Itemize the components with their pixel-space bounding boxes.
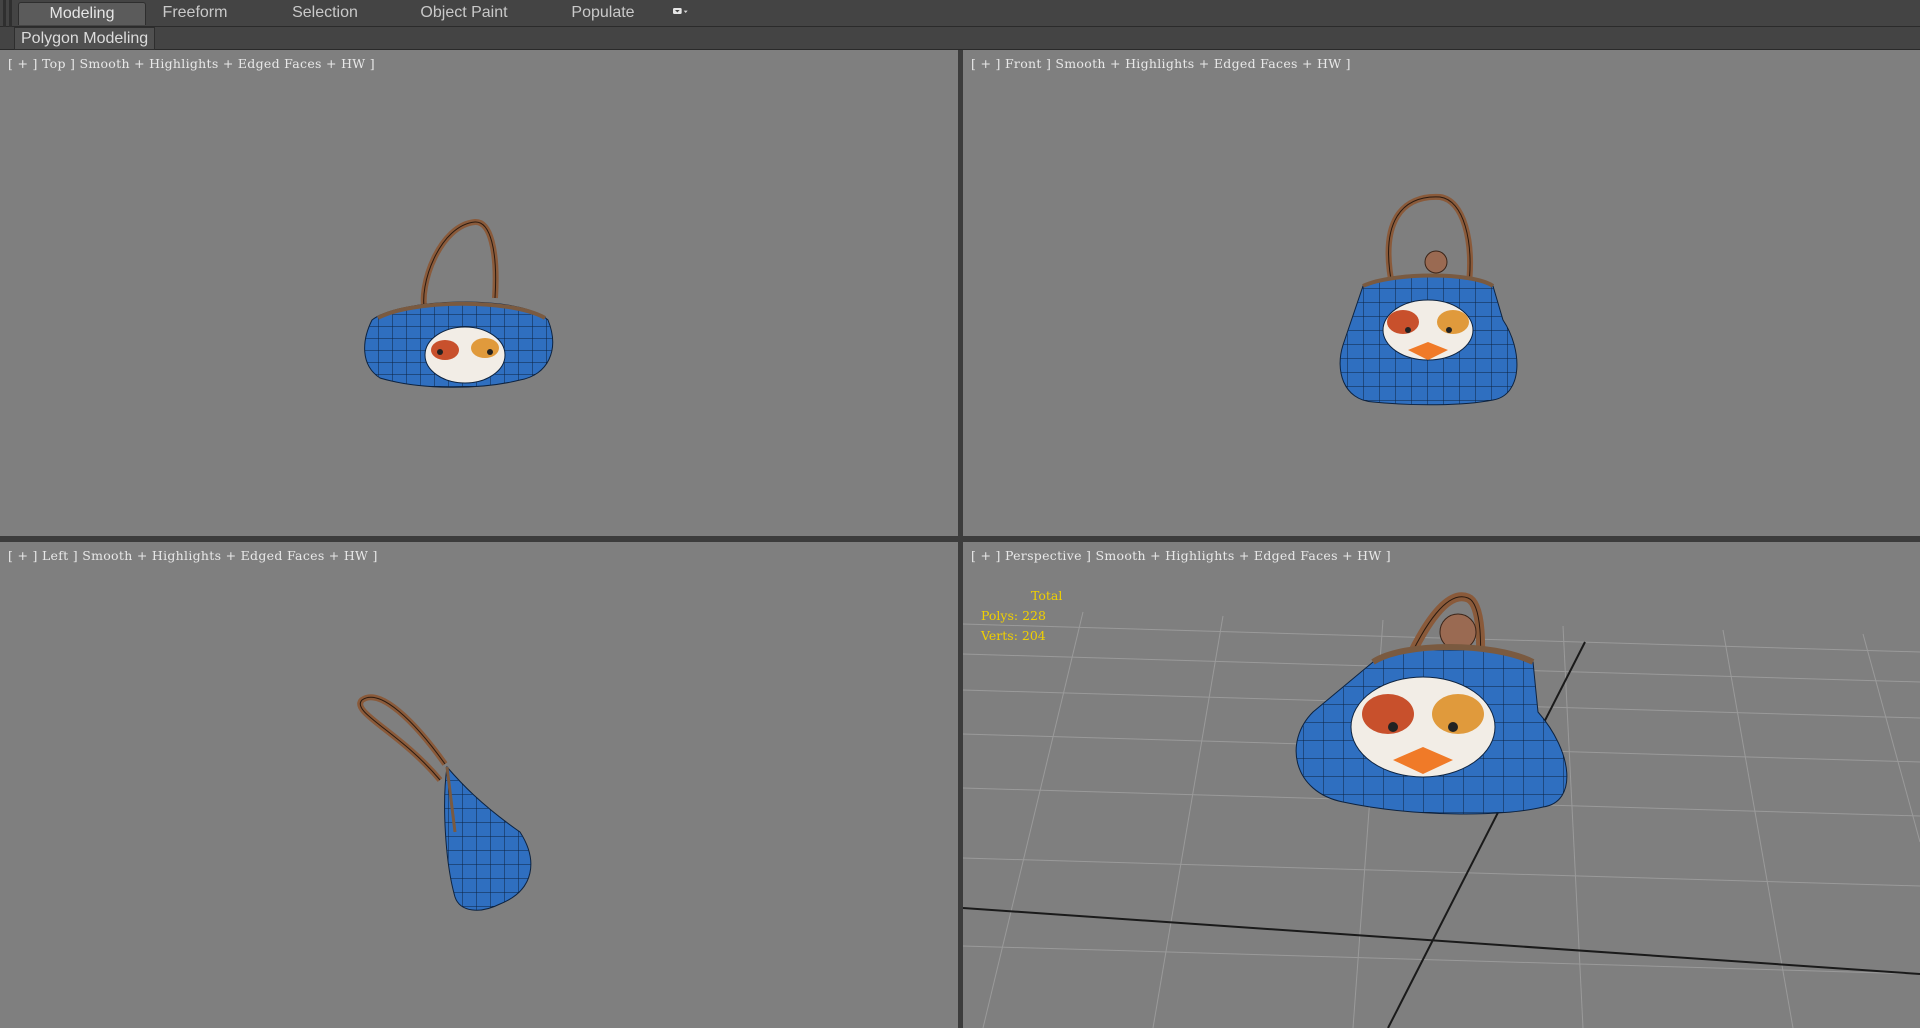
ribbon-panel-row: Polygon Modeling — [0, 27, 1920, 50]
bag-front-view — [1339, 193, 1518, 406]
bag-top-view — [364, 219, 554, 388]
viewport-left[interactable]: [ + ] Left ] Smooth + Highlights + Edged… — [0, 542, 958, 1028]
viewport-perspective[interactable]: [ + ] Perspective ] Smooth + Highlights … — [963, 542, 1920, 1028]
viewport-top[interactable]: [ + ] Top ] Smooth + Highlights + Edged … — [0, 50, 958, 536]
bag-left-view — [357, 694, 532, 911]
viewport-horizontal-divider[interactable] — [0, 536, 1920, 542]
tab-selection[interactable]: Selection — [270, 2, 380, 24]
tab-modeling[interactable]: Modeling — [18, 2, 146, 25]
polygon-modeling-panel-button[interactable]: Polygon Modeling — [14, 27, 156, 50]
viewport-front[interactable]: [ + ] Front ] Smooth + Highlights + Edge… — [963, 50, 1920, 536]
tab-freeform[interactable]: Freeform — [140, 2, 250, 24]
perspective-scene — [963, 592, 1920, 1028]
dropdown-menu-icon[interactable] — [673, 6, 689, 18]
tab-object-paint[interactable]: Object Paint — [400, 2, 528, 24]
ribbon-tab-bar: Modeling Freeform Selection Object Paint… — [0, 0, 1920, 49]
tab-populate[interactable]: Populate — [548, 2, 658, 24]
